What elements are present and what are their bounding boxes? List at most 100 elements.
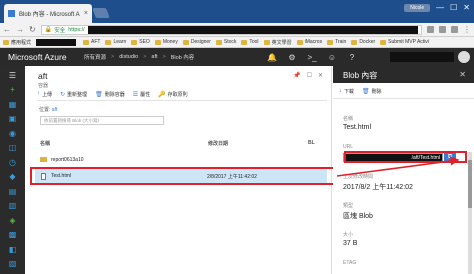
bookmark-label: Designer — [190, 39, 211, 45]
scrollbar[interactable] — [468, 152, 472, 274]
service-icon[interactable]: ▤ — [7, 186, 18, 196]
service-icon[interactable]: ◉ — [7, 128, 18, 138]
azure-brand[interactable]: Microsoft Azure — [0, 52, 78, 62]
service-icon[interactable]: ◆ — [7, 172, 18, 182]
url-input[interactable]: 🔒 安全 https:// — [40, 24, 423, 35]
feedback-icon[interactable]: ☺ — [322, 48, 342, 66]
bookmark-item[interactable]: SEO — [131, 39, 150, 45]
close-icon[interactable]: ✕ — [459, 70, 466, 79]
reload-icon[interactable]: ↻ — [29, 25, 36, 34]
table-row[interactable]: report0613a10 — [35, 153, 327, 167]
service-icon[interactable]: ▧ — [7, 259, 18, 269]
prop-label-name: 名稱 — [343, 116, 354, 122]
close-window-icon[interactable]: ✕ — [463, 3, 470, 12]
service-icon[interactable]: ◷ — [7, 157, 18, 167]
bookmark-item[interactable]: Learn — [105, 39, 126, 45]
folder-icon — [83, 39, 90, 45]
delete-container-button[interactable]: 🗑 刪除容器 — [95, 91, 125, 98]
properties-button[interactable]: ☰ 屬性 — [133, 91, 150, 98]
breadcrumb-item[interactable]: distudio — [119, 54, 138, 60]
browser-tab[interactable]: Blob 內容 - Microsoft A × — [4, 4, 92, 23]
folder-icon — [296, 39, 303, 45]
settings-icon[interactable]: ⚙ — [282, 48, 302, 66]
prop-label-size: 大小 — [343, 232, 354, 238]
scrollbar-thumb[interactable] — [468, 160, 472, 208]
avatar[interactable] — [458, 51, 470, 63]
maximize-icon[interactable]: ☐ — [307, 72, 312, 79]
close-icon[interactable]: ✕ — [318, 72, 323, 79]
bookmark-label: Tool — [249, 39, 259, 45]
profile-button[interactable]: Nicole — [404, 3, 431, 12]
bookmark-label: AFT — [91, 39, 101, 45]
service-icon[interactable]: ▩ — [7, 230, 18, 240]
breadcrumb-separator: > — [111, 54, 115, 60]
toolbar-label: 刪除 — [371, 88, 382, 95]
toolbar-label: 重新整理 — [67, 91, 88, 98]
breadcrumb-item[interactable]: 所有資源 — [84, 53, 106, 61]
refresh-button[interactable]: ↻ 重新整理 — [60, 91, 87, 98]
azure-topbar: Microsoft Azure 所有資源 > distudio > aft > Blob 內… — [0, 48, 474, 66]
bookmark-item[interactable]: 應用程式 — [3, 39, 31, 46]
extension-icon[interactable] — [427, 26, 435, 33]
service-icon[interactable]: ◈ — [7, 215, 18, 225]
blob-search-input[interactable]: 依前置詞搜尋 Blob (大小寫) — [40, 116, 164, 125]
bookmark-item[interactable]: Designer — [182, 39, 211, 45]
download-button[interactable]: ↓ 下載 — [339, 88, 354, 95]
redacted-bookmark — [36, 38, 77, 46]
breadcrumb-item[interactable]: aft — [151, 54, 157, 60]
access-policy-icon: 🔑 — [158, 91, 166, 98]
service-icon[interactable]: ◫ — [7, 143, 18, 153]
help-icon[interactable]: ? — [342, 48, 362, 66]
delete-button[interactable]: 🗑 刪除 — [362, 88, 382, 95]
bookmark-item[interactable]: Stock — [215, 39, 236, 45]
new-tab-button[interactable] — [92, 8, 110, 18]
maximize-icon[interactable]: ☐ — [450, 3, 457, 12]
column-name[interactable]: 名稱 — [40, 140, 50, 147]
bookmark-item[interactable]: AFT — [83, 39, 100, 45]
extension-icon[interactable] — [439, 26, 447, 33]
notifications-icon[interactable]: 🔔 — [262, 48, 282, 66]
bookmark-label: 應用程式 — [11, 39, 32, 46]
cloud-shell-icon[interactable]: >_ — [302, 48, 322, 66]
location-value[interactable]: aft — [52, 107, 58, 113]
bookmark-item[interactable]: iMacros — [296, 39, 322, 45]
service-icon[interactable]: ▥ — [7, 201, 18, 211]
service-icon[interactable]: ◧ — [7, 244, 18, 254]
apps-icon — [3, 39, 9, 45]
bookmark-item[interactable]: Docker — [351, 39, 375, 45]
bookmark-item[interactable]: Tool — [241, 39, 259, 45]
window-controls: Nicole — ☐ ✕ — [404, 3, 470, 12]
extension-icon[interactable] — [451, 26, 459, 33]
upload-button[interactable]: ↑ 上傳 — [37, 91, 52, 98]
bookmark-item[interactable]: Train — [327, 39, 346, 45]
column-modified[interactable]: 修改日期 — [208, 140, 228, 147]
bookmark-item[interactable]: Submit MVP Activi — [380, 39, 429, 45]
pin-icon[interactable]: 📌 — [293, 72, 300, 79]
service-icon[interactable]: ▦ — [7, 99, 18, 109]
properties-icon: ☰ — [132, 91, 139, 98]
highlight-box — [30, 167, 336, 185]
prop-label-type: 類型 — [343, 203, 354, 209]
folder-icon — [351, 39, 358, 45]
service-icon[interactable]: ▣ — [7, 114, 18, 124]
back-icon[interactable]: ← — [3, 25, 11, 34]
bookmark-item[interactable]: Money — [154, 39, 178, 45]
bookmark-item[interactable] — [36, 38, 78, 46]
prop-label-url: URL — [343, 144, 354, 150]
column-blob-type[interactable]: BL — [308, 140, 315, 146]
menu-icon[interactable]: ☰ — [7, 70, 18, 80]
lock-icon: 🔒 — [44, 27, 53, 33]
bookmarks-bar: 應用程式 AFT Learn SEO Money Designer Stock Tool 英文學… — [0, 37, 474, 48]
bookmark-item[interactable]: 英文學習 — [263, 39, 292, 46]
folder-icon — [215, 39, 222, 45]
upload-icon: ↑ — [37, 91, 40, 97]
minimize-icon[interactable]: — — [436, 3, 444, 12]
breadcrumb-item[interactable]: Blob 內容 — [171, 53, 195, 61]
forward-icon[interactable]: → — [16, 25, 24, 34]
new-resource-icon[interactable]: + — [7, 85, 18, 95]
tab-close-icon[interactable]: × — [84, 10, 88, 17]
access-policy-button[interactable]: 🔑 存取原則 — [158, 91, 188, 98]
account-area[interactable] — [388, 48, 474, 66]
blade-title: aft — [38, 71, 48, 81]
menu-icon[interactable]: ⋮ — [463, 25, 471, 34]
